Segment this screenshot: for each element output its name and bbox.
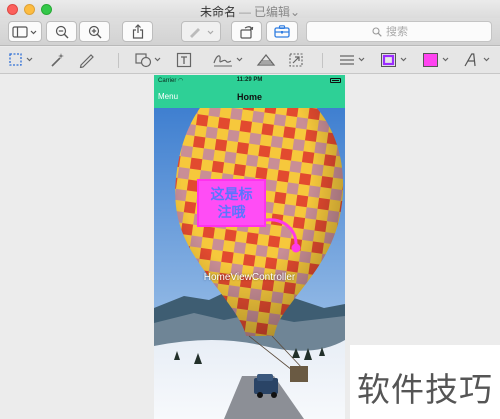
- selection-icon: [9, 53, 33, 66]
- annotation-box[interactable]: 这是标 注哦: [197, 179, 266, 227]
- border-color-icon: [381, 53, 407, 67]
- search-field[interactable]: [306, 21, 492, 42]
- title-separator: —: [238, 5, 251, 19]
- signature-icon: [213, 55, 243, 67]
- pen-icon: [190, 27, 214, 38]
- font-icon: [464, 53, 490, 67]
- status-time: 11:29 PM: [236, 77, 263, 83]
- battery-icon: [330, 78, 341, 83]
- chevron-down-icon: ⌄: [289, 5, 301, 19]
- shapes-icon: [135, 53, 161, 68]
- toolbox-button[interactable]: [266, 21, 298, 42]
- rotate-button[interactable]: [231, 21, 262, 42]
- main-toolbar: [0, 18, 500, 46]
- hot-air-balloon-image: [154, 78, 345, 419]
- share-icon: [132, 24, 143, 39]
- adjust-size-tool[interactable]: [288, 51, 304, 69]
- search-input[interactable]: [386, 25, 426, 38]
- sketch-tool[interactable]: [78, 51, 96, 69]
- ios-status-bar: Carrier ◠ 11:29 PM: [154, 75, 345, 86]
- markup-pen-button[interactable]: [181, 21, 221, 42]
- pencil-icon: [79, 54, 94, 68]
- watermark: 软件技巧: [350, 345, 500, 419]
- annotation-arrow[interactable]: [262, 216, 302, 256]
- text-box-icon: [176, 52, 192, 68]
- balloon-photo: HomeViewController 这是标 注哦: [154, 78, 345, 419]
- toolbar-divider: [118, 53, 119, 68]
- shapes-tool[interactable]: [134, 51, 164, 69]
- text-style-tool[interactable]: [464, 51, 494, 69]
- document-state: 已编辑: [253, 5, 290, 19]
- line-style-icon: [340, 55, 365, 65]
- zoom-in-icon: [88, 25, 101, 38]
- resize-icon: [289, 53, 303, 67]
- sign-tool[interactable]: [212, 51, 246, 69]
- controller-label: HomeViewController: [203, 272, 296, 283]
- zoom-out-icon: [55, 25, 68, 38]
- toolbox-icon: [274, 25, 290, 38]
- instant-alpha-tool[interactable]: [48, 51, 66, 69]
- annotation-line-2: 注哦: [217, 204, 246, 220]
- zoom-out-button[interactable]: [46, 21, 77, 42]
- navigation-bar: Menu Home: [154, 86, 345, 108]
- nav-title: Home: [236, 92, 262, 102]
- markup-toolbar: [0, 47, 500, 74]
- annotation-line-1: 这是标: [210, 186, 253, 202]
- text-tool[interactable]: [176, 51, 192, 69]
- sidebar-icon: [12, 25, 37, 38]
- sidebar-toggle-button[interactable]: [8, 21, 42, 42]
- magic-wand-icon: [51, 53, 64, 67]
- simulator-screenshot[interactable]: Carrier ◠ 11:29 PM Menu Home HomeViewCon…: [154, 75, 345, 419]
- title-bar: 未命名 — 已编辑⌄: [0, 0, 500, 19]
- toolbar-divider: [322, 53, 323, 68]
- document-name: 未命名: [199, 5, 236, 19]
- fill-color-tool[interactable]: [422, 51, 452, 69]
- rotate-icon: [239, 25, 253, 39]
- watermark-text: 软件技巧: [357, 371, 493, 408]
- shape-style-tool[interactable]: [338, 51, 368, 69]
- share-button[interactable]: [122, 21, 153, 42]
- search-icon: [372, 26, 382, 37]
- border-color-tool[interactable]: [380, 51, 410, 69]
- adjust-color-icon: [256, 54, 276, 66]
- zoom-in-button[interactable]: [79, 21, 110, 42]
- adjust-color-tool[interactable]: [256, 51, 276, 69]
- fill-color-icon: [423, 53, 449, 67]
- rectangular-selection-tool[interactable]: [8, 51, 36, 69]
